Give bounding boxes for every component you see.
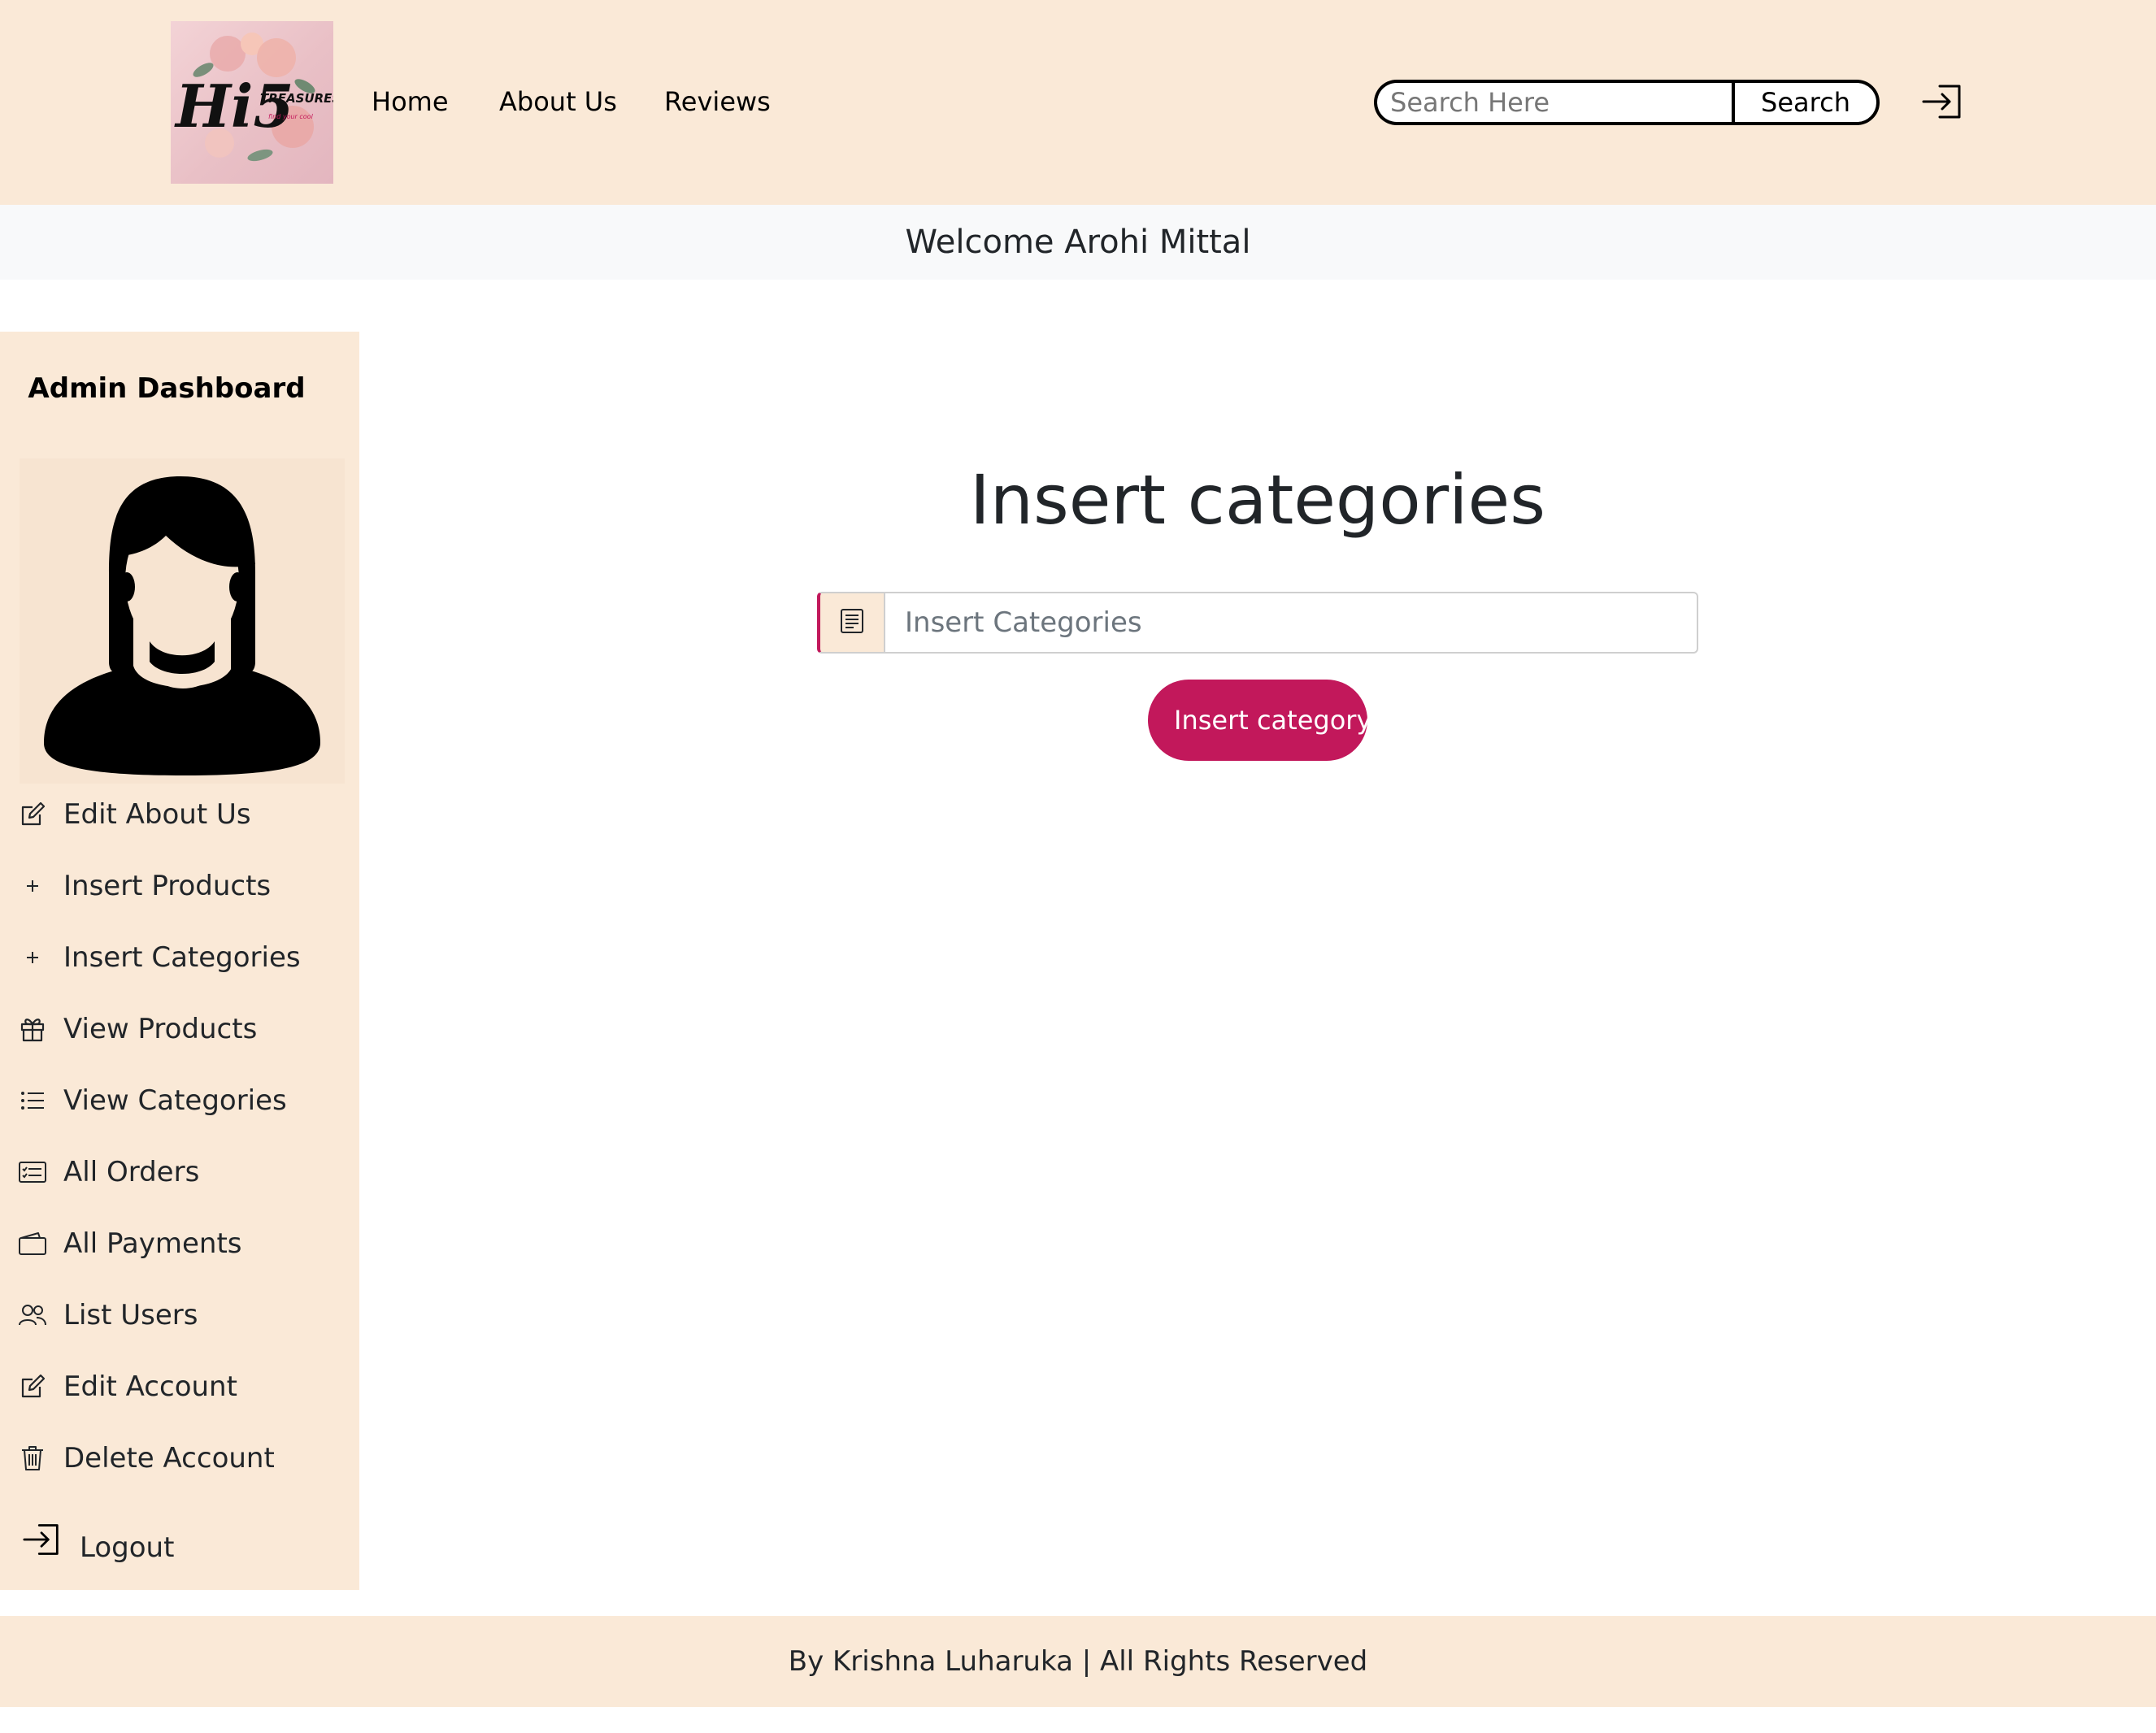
gift-icon (18, 1014, 47, 1044)
sidebar-item-list-users[interactable]: List Users (18, 1291, 343, 1340)
people-icon (18, 1301, 47, 1330)
plus-icon (18, 943, 47, 972)
female-user-icon (44, 476, 320, 775)
top-navbar: Hi5 TREASURES find your cool Home About … (0, 0, 2156, 205)
sidebar-item-delete-account[interactable]: Delete Account (18, 1434, 343, 1483)
admin-sidebar: Admin Dashboard Edit About Us Insert Pro… (0, 332, 359, 1590)
welcome-text: Welcome Arohi Mittal (905, 224, 1251, 261)
brand-logo[interactable]: Hi5 TREASURES find your cool (171, 21, 333, 184)
trash-icon (18, 1444, 47, 1473)
sidebar-item-label: View Products (63, 1013, 258, 1045)
sidebar-title: Admin Dashboard (28, 372, 306, 405)
admin-avatar (20, 458, 345, 784)
list-icon (18, 1086, 47, 1115)
sidebar-item-label: Delete Account (63, 1442, 275, 1475)
footer-text: By Krishna Luharuka | All Rights Reserve… (788, 1645, 1368, 1678)
sidebar-item-edit-account[interactable]: Edit Account (18, 1362, 343, 1411)
logo-subtext: TREASURES (260, 91, 333, 106)
wallet-icon (18, 1229, 47, 1258)
sidebar-item-label: All Payments (63, 1227, 242, 1260)
receipt-icon (840, 608, 864, 637)
sidebar-item-logout[interactable]: Logout (20, 1515, 345, 1564)
logo-art: Hi5 TREASURES find your cool (174, 33, 333, 162)
edit-icon (18, 1372, 47, 1401)
sidebar-item-label: View Categories (63, 1084, 287, 1117)
category-input-group (817, 592, 1698, 654)
sidebar-item-insert-products[interactable]: Insert Products (18, 862, 343, 910)
input-addon (817, 592, 885, 654)
sidebar-item-label: Insert Categories (63, 941, 301, 974)
welcome-bar: Welcome Arohi Mittal (0, 205, 2156, 280)
nav-home-link[interactable]: Home (372, 85, 449, 119)
logo-text: Hi5 (174, 72, 293, 141)
sidebar-item-insert-categories[interactable]: Insert Categories (18, 933, 343, 982)
logo-tagline: find your cool (268, 113, 314, 120)
login-icon[interactable] (1920, 81, 1964, 122)
page-title: Insert categories (970, 460, 1545, 540)
category-name-input[interactable] (885, 592, 1698, 654)
sidebar-item-label: List Users (63, 1299, 198, 1331)
sidebar-item-label: Insert Products (63, 870, 272, 902)
nav-about-link[interactable]: About Us (499, 85, 617, 119)
search-form: Search (1374, 80, 1880, 125)
sidebar-item-edit-about-us[interactable]: Edit About Us (18, 790, 343, 839)
sidebar-item-all-payments[interactable]: All Payments (18, 1219, 343, 1268)
insert-category-button[interactable]: Insert category (1148, 680, 1367, 761)
sidebar-item-view-products[interactable]: View Products (18, 1005, 343, 1053)
sidebar-item-label: All Orders (63, 1156, 200, 1188)
page-footer: By Krishna Luharuka | All Rights Reserve… (0, 1616, 2156, 1707)
logout-icon (20, 1519, 63, 1560)
search-input[interactable] (1374, 80, 1732, 125)
sidebar-item-all-orders[interactable]: All Orders (18, 1148, 343, 1197)
sidebar-item-label: Edit Account (63, 1370, 237, 1403)
edit-icon (18, 800, 47, 829)
nav-reviews-link[interactable]: Reviews (664, 85, 771, 119)
sidebar-item-label: Logout (80, 1531, 175, 1564)
search-button[interactable]: Search (1732, 80, 1880, 125)
card-list-icon (18, 1158, 47, 1187)
sidebar-item-view-categories[interactable]: View Categories (18, 1076, 343, 1125)
plus-icon (18, 871, 47, 901)
sidebar-item-label: Edit About Us (63, 798, 251, 831)
